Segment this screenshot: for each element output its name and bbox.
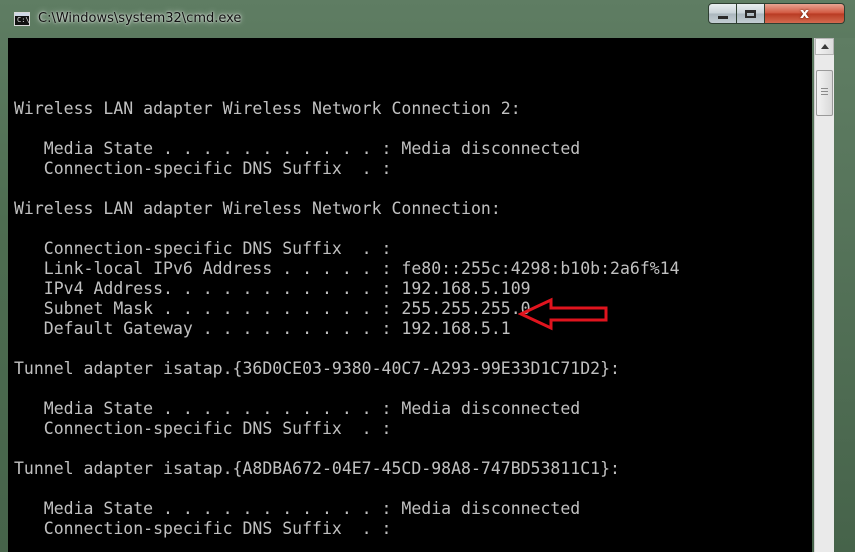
console-output[interactable]: Wireless LAN adapter Wireless Network Co… — [8, 38, 812, 552]
maximize-icon — [745, 9, 756, 18]
close-button[interactable]: x — [765, 3, 845, 24]
cmd-icon[interactable]: C:\ — [14, 12, 30, 26]
cmd-window: C:\ C:\Windows\system32\cmd.exe x Wirele… — [0, 0, 855, 552]
console-line: Wireless LAN adapter Wireless Network Co… — [14, 99, 521, 118]
scroll-thumb[interactable] — [816, 70, 833, 116]
console-line: Tunnel adapter isatap.{A8DBA672-04E7-45C… — [14, 459, 620, 478]
vertical-scrollbar[interactable] — [814, 38, 834, 552]
minimize-button[interactable] — [708, 3, 737, 24]
console-line: Media State . . . . . . . . . . . : Medi… — [14, 499, 581, 518]
console-line: Wireless LAN adapter Wireless Network Co… — [14, 199, 501, 218]
console-line: Connection-specific DNS Suffix . : — [14, 159, 392, 178]
console-line: Connection-specific DNS Suffix . : — [14, 419, 392, 438]
cmd-icon-text: C:\ — [17, 16, 30, 24]
console-line: Tunnel adapter isatap.{36D0CE03-9380-40C… — [14, 359, 620, 378]
close-icon: x — [799, 5, 810, 22]
window-frame-right — [834, 38, 855, 552]
console-line: Media State . . . . . . . . . . . : Medi… — [14, 399, 581, 418]
minimize-icon — [717, 15, 728, 19]
console-line: IPv4 Address. . . . . . . . . . . : 192.… — [14, 279, 531, 298]
console-line: Link-local IPv6 Address . . . . . : fe80… — [14, 259, 680, 278]
left-arrow-icon — [518, 297, 608, 331]
window-title: C:\Windows\system32\cmd.exe — [38, 11, 242, 26]
console-line: Media State . . . . . . . . . . . : Medi… — [14, 139, 581, 158]
maximize-button[interactable] — [737, 3, 765, 24]
title-bar[interactable]: C:\ C:\Windows\system32\cmd.exe x — [0, 0, 855, 38]
console-line: Connection-specific DNS Suffix . : — [14, 239, 392, 258]
console-line: Connection-specific DNS Suffix . : — [14, 519, 392, 538]
scroll-up-button[interactable] — [815, 38, 834, 55]
